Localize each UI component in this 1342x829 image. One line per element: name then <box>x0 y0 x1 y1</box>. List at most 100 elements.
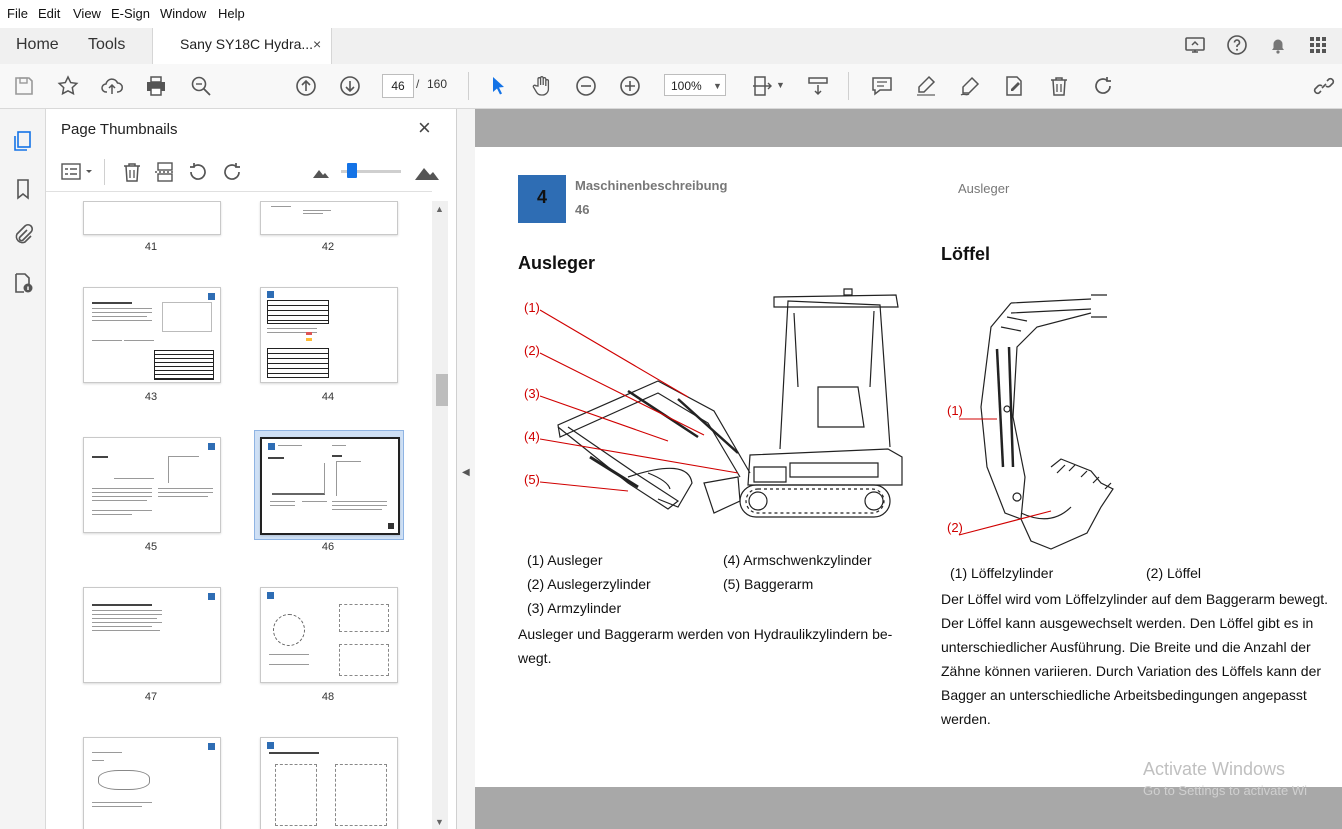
share-link-icon[interactable] <box>1312 74 1336 98</box>
document-properties-icon[interactable] <box>11 271 35 295</box>
thumbnail-scrollbar[interactable] <box>432 201 448 829</box>
thumbnail-page-46[interactable] <box>260 437 400 535</box>
body-left-line-1: Ausleger und Baggerarm werden von Hydrau… <box>518 626 893 642</box>
scroll-down-arrow-icon[interactable]: ▼ <box>435 817 444 827</box>
callout-2-left: (2) <box>524 343 540 358</box>
highlight-pen-icon[interactable] <box>914 74 938 98</box>
thumbnail-split-icon[interactable] <box>153 160 177 184</box>
page-number-input[interactable]: 46 <box>382 74 414 98</box>
small-thumbnails-icon[interactable] <box>312 165 330 179</box>
notifications-bell-icon[interactable] <box>1266 33 1290 57</box>
excavator-diagram <box>539 288 903 518</box>
previous-page-icon[interactable] <box>294 74 318 98</box>
callout-1-right: (1) <box>947 403 963 418</box>
panel-close-icon[interactable]: × <box>418 115 431 141</box>
thumbnail-page-49[interactable] <box>83 737 221 829</box>
callout-2-right: (2) <box>947 520 963 535</box>
tab-document[interactable]: Sany SY18C Hydra... × <box>152 28 332 65</box>
zoom-level-select[interactable]: 100% ▼ <box>664 74 726 96</box>
menu-help[interactable]: Help <box>218 6 245 21</box>
collapse-panel-handle[interactable]: ◀ <box>457 109 476 829</box>
thumbnail-label-43: 43 <box>144 391 158 403</box>
menu-bar: File Edit View E-Sign Window Help <box>0 0 1342 29</box>
thumbnail-page-47[interactable] <box>83 587 221 683</box>
help-icon[interactable] <box>1225 33 1249 57</box>
thumbnail-label-48: 48 <box>321 691 335 703</box>
next-page-icon[interactable] <box>338 74 362 98</box>
fit-dropdown-caret[interactable]: ▼ <box>776 80 785 90</box>
edit-text-icon[interactable] <box>1002 74 1026 98</box>
legend-loeffel: (2) Löffel <box>1146 565 1201 581</box>
thumbnails-panel: Page Thumbnails × 41 42 43 44 45 46 47 4… <box>46 109 457 829</box>
thumbnail-page-42[interactable] <box>260 201 398 235</box>
thumbnail-page-44[interactable] <box>260 287 398 383</box>
thumbnail-page-41[interactable] <box>83 201 221 235</box>
body-right-line-2: Der Löffel kann ausgewechselt werden. De… <box>941 615 1314 631</box>
comment-icon[interactable] <box>870 74 894 98</box>
zoom-search-icon[interactable] <box>189 74 213 98</box>
page-separator: / <box>416 77 420 91</box>
body-right-line-3: unterschiedlicher Ausführung. Die Breite… <box>941 639 1311 655</box>
thumbnail-label-41: 41 <box>144 241 158 253</box>
menu-esign[interactable]: E-Sign <box>111 6 150 21</box>
callout-1-left: (1) <box>524 300 540 315</box>
large-thumbnails-icon[interactable] <box>414 161 440 181</box>
running-head: Ausleger <box>958 181 1010 196</box>
thumbnail-options-icon[interactable] <box>60 161 96 183</box>
menu-edit[interactable]: Edit <box>38 6 60 21</box>
chapter-box: 4 <box>518 175 566 223</box>
panel-title: Page Thumbnails <box>61 121 178 138</box>
thumbnail-label-46: 46 <box>321 541 335 553</box>
tab-bar: Home Tools Sany SY18C Hydra... × <box>0 28 1342 65</box>
activate-windows-subtext: Go to Settings to activate Wi <box>1143 783 1308 798</box>
thumbnail-delete-icon[interactable] <box>120 160 144 184</box>
print-icon[interactable] <box>144 74 168 98</box>
heading-loeffel: Löffel <box>941 244 990 264</box>
tab-close-icon[interactable]: × <box>313 36 321 52</box>
menu-window[interactable]: Window <box>160 6 206 21</box>
thumbnail-size-slider-handle[interactable] <box>347 163 357 178</box>
tab-tools[interactable]: Tools <box>88 36 125 54</box>
tab-home[interactable]: Home <box>16 36 59 54</box>
thumbnail-page-45[interactable] <box>83 437 221 533</box>
thumbnail-label-42: 42 <box>321 241 335 253</box>
apps-grid-icon[interactable] <box>1306 33 1330 57</box>
page-thumbnails-icon[interactable] <box>11 129 35 153</box>
document-view: ◀ 4 Maschinenbeschreibung 46 Ausleger Au… <box>457 109 1342 829</box>
bookmarks-icon[interactable] <box>11 177 35 201</box>
bookmark-star-icon[interactable] <box>56 74 80 98</box>
legend-armzylinder: (3) Armzylinder <box>527 600 622 616</box>
rotate-clockwise-thumb-icon[interactable] <box>220 160 244 184</box>
menu-file[interactable]: File <box>7 6 28 21</box>
share-screen-icon[interactable] <box>1183 33 1207 57</box>
upload-cloud-icon[interactable] <box>100 74 124 98</box>
zoom-in-icon[interactable] <box>618 74 642 98</box>
thumbnail-page-50[interactable] <box>260 737 398 829</box>
chapter-number: 4 <box>536 187 547 207</box>
delete-trash-icon[interactable] <box>1047 74 1071 98</box>
scroll-mode-icon[interactable] <box>806 74 830 98</box>
legend-ausleger: (1) Ausleger <box>527 552 603 568</box>
heading-ausleger: Ausleger <box>518 253 596 273</box>
legend-baggerarm: (5) Baggerarm <box>723 576 814 592</box>
rotate-clockwise-icon[interactable] <box>1091 74 1115 98</box>
scroll-up-arrow-icon[interactable]: ▲ <box>435 204 444 214</box>
thumbnail-page-43[interactable] <box>83 287 221 383</box>
zoom-dropdown-caret: ▼ <box>713 81 722 91</box>
legend-armschwenkzylinder: (4) Armschwenkzylinder <box>723 552 872 568</box>
thumbnail-label-47: 47 <box>144 691 158 703</box>
thumbnail-scrollbar-thumb[interactable] <box>436 374 448 406</box>
thumbnail-page-48[interactable] <box>260 587 398 683</box>
body-right-line-4: Zähne können variieren. Durch Variation … <box>941 663 1322 679</box>
fit-page-icon[interactable] <box>750 74 774 98</box>
attachments-paperclip-icon[interactable] <box>11 223 35 247</box>
save-icon[interactable] <box>12 74 36 98</box>
zoom-out-icon[interactable] <box>574 74 598 98</box>
body-right-line-1: Der Löffel wird vom Löffelzylinder auf d… <box>941 591 1329 607</box>
rotate-counterclockwise-icon[interactable] <box>186 160 210 184</box>
menu-view[interactable]: View <box>73 6 101 21</box>
select-cursor-icon[interactable] <box>486 74 510 98</box>
draw-pencil-icon[interactable] <box>958 74 982 98</box>
pdf-page: 4 Maschinenbeschreibung 46 Ausleger Ausl… <box>475 147 1342 787</box>
hand-tool-icon[interactable] <box>530 74 554 98</box>
